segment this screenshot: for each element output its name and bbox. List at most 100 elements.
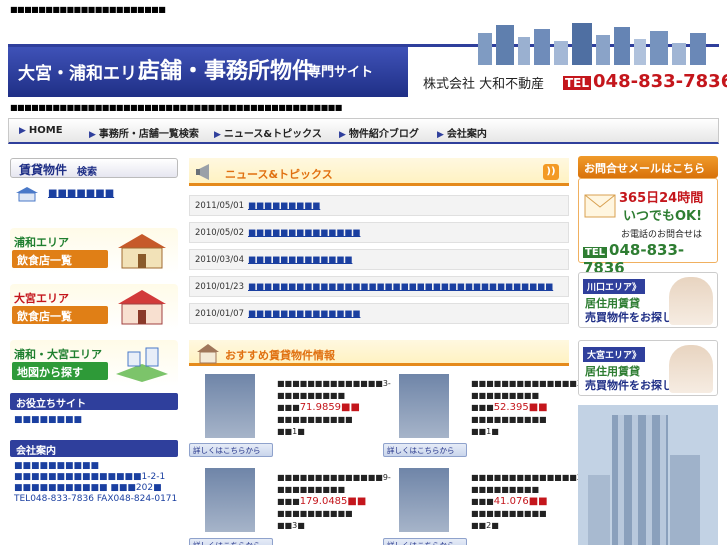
card-line1: 浦和・大宮エリア [14, 348, 102, 361]
nav-label: 事務所・店舗一覧検索 [98, 129, 199, 140]
property-address: ■■■■■■■■■■■■■■3- [277, 379, 391, 388]
news-date: 2010/01/23 [195, 282, 244, 292]
property-info: ■■■■■■■■■■■■■■9- ■■■■■■■■■ ■■■179.0485■■… [277, 472, 391, 532]
news-date: 2010/03/04 [195, 255, 244, 265]
property-price: 52.395 [493, 402, 529, 413]
news-title: ニュース&トピックス [225, 168, 333, 181]
omiya-area-card[interactable]: 大宮エリア》 居住用賃貸 売買物件をお探しの方 [578, 340, 718, 396]
news-item: 2010/03/04 ■■■■■■■■■■■■■ [189, 249, 569, 270]
urawa-restaurant-card[interactable]: 浦和エリア 飲食店一覧 [10, 228, 178, 274]
property-line: ■■■■■■■■■ [471, 391, 540, 400]
card-line2: 飲食店一覧 [12, 306, 108, 324]
site-banner[interactable]: 大宮・浦和エリア 店舗・事務所物件 専門サイト 株式会社 大和不動産 TEL 04… [8, 23, 727, 98]
nav-home[interactable]: ▶ HOME [19, 125, 63, 136]
contact-mail-button[interactable]: お問合せメールはこちら [578, 156, 718, 178]
recommend-heading: おすすめ賃貸物件情報 [189, 340, 569, 366]
rss-icon[interactable]: )) [543, 164, 559, 180]
property-address: ■■■■■■■■■■■■■■9- [277, 473, 391, 482]
card-line1: 浦和エリア [14, 236, 69, 249]
property-price: 71.9859 [299, 402, 342, 413]
property-photo[interactable] [399, 468, 449, 532]
news-item: 2010/01/07 ■■■■■■■■■■■■■■ [189, 303, 569, 324]
detail-button[interactable]: 詳しくはこちらから [189, 443, 273, 457]
area-tag: 川口エリア》 [583, 279, 646, 294]
nav-label: HOME [28, 125, 63, 136]
house-icon [118, 290, 166, 325]
house-icon [16, 187, 38, 202]
property-info: ■■■■■■■■■■■■■■3- ■■■■■■■■■ ■■■71.9859■■ … [277, 378, 391, 438]
recommend-title: おすすめ賃貸物件情報 [225, 349, 335, 362]
property-floor: ■■1■ [471, 427, 499, 436]
contact-box[interactable]: 365日24時間 いつでもOK! お電話のお問合せは TEL 048-833-78… [578, 178, 718, 277]
useful-sites-title: お役立ちサイト [10, 393, 178, 410]
nav-news[interactable]: ▶ ニュース&トピックス [214, 125, 322, 140]
property-info: ■■■■■■■■■■■■■■3- ■■■■■■■■■ ■■■52.395■■ ■… [471, 378, 585, 438]
property-info: ■■■■■■■■■■■■■■25- ■■■■■■■■■ ■■■41.076■■ … [471, 472, 590, 532]
company-line: TEL048-833-7836 FAX048-824-0171 [14, 494, 178, 504]
property-price: 179.0485 [299, 496, 348, 507]
property-line: ■■■■■■■■■■ [471, 415, 547, 424]
useful-site-link[interactable]: ■■■■■■■■ [14, 415, 82, 425]
company-line: ■■■■■■■■■■ [14, 461, 100, 471]
news-item: 2011/05/01 ■■■■■■■■■ [189, 195, 569, 216]
property-price-row: ■■■41.076■■ [471, 496, 548, 507]
news-link[interactable]: ■■■■■■■■■■■■■■■■■■■■■■■■■■■■■■■■■■■■■■ [248, 282, 553, 292]
phone-note: お電話のお問合せは [621, 230, 703, 240]
staff-photo [669, 345, 713, 393]
news-link[interactable]: ■■■■■■■■■ [248, 201, 320, 211]
news-heading: ニュース&トピックス )) [189, 158, 569, 186]
staff-photo [669, 277, 713, 325]
arrow-icon: ▶ [89, 130, 96, 140]
house-icon [197, 344, 219, 364]
property-search-link[interactable]: ■■■■■■■ [48, 188, 114, 199]
banner-phone[interactable]: TEL 048-833-7836 [563, 71, 727, 92]
property-photo[interactable] [399, 374, 449, 438]
news-link[interactable]: ■■■■■■■■■■■■■■ [248, 309, 360, 319]
arrow-icon: ▶ [339, 130, 346, 140]
company-title: 会社案内 [10, 440, 178, 457]
tel-number: 048-833-7836 [593, 71, 727, 92]
top-note: ■■■■■■■■■■■■■■■■■■■■■■ [10, 5, 166, 14]
property-line: ■■■■■■■■■ [471, 485, 540, 494]
kawaguchi-area-card[interactable]: 川口エリア》 居住用賃貸 売買物件をお探しの方 [578, 272, 718, 328]
news-date: 2010/05/02 [195, 228, 244, 238]
omiya-restaurant-card[interactable]: 大宮エリア 飲食店一覧 [10, 284, 178, 330]
search-heading: 賃貸物件 検索 [10, 158, 178, 178]
nav-company[interactable]: ▶ 会社案内 [437, 125, 487, 140]
sub-note: ■■■■■■■■■■■■■■■■■■■■■■■■■■■■■■■■■■■■■■■■… [10, 103, 342, 112]
company-line: ■■■■■■■■■■■■■■■1-2-1 [14, 472, 166, 482]
nav-label: 物件紹介ブログ [348, 129, 419, 140]
property-line: ■■■■■■■■■ [277, 391, 346, 400]
property-card[interactable]: ■■■■■■■■■■■■■■9- ■■■■■■■■■ ■■■179.0485■■… [189, 466, 391, 545]
house-icon [118, 234, 166, 269]
nav-label: ニュース&トピックス [223, 129, 322, 140]
nav-search[interactable]: ▶ 事務所・店舗一覧検索 [89, 125, 199, 140]
property-card[interactable]: ■■■■■■■■■■■■■■25- ■■■■■■■■■ ■■■41.076■■ … [383, 466, 590, 545]
property-photo[interactable] [205, 468, 255, 532]
news-date: 2010/01/07 [195, 309, 244, 319]
property-photo[interactable] [205, 374, 255, 438]
map-search-card[interactable]: 浦和・大宮エリア 地図から探す [10, 340, 178, 386]
megaphone-icon [196, 164, 209, 180]
news-item: 2010/05/02 ■■■■■■■■■■■■■■ [189, 222, 569, 243]
nav-blog[interactable]: ▶ 物件紹介ブログ [339, 125, 419, 140]
arrow-icon: ▶ [214, 130, 221, 140]
tel-label: TEL [563, 76, 592, 90]
news-link[interactable]: ■■■■■■■■■■■■■ [248, 255, 352, 265]
detail-button[interactable]: 詳しくはこちらから [189, 538, 273, 545]
property-price: 41.076 [493, 496, 529, 507]
card-line1: 大宮エリア [14, 292, 69, 305]
detail-button[interactable]: 詳しくはこちらから [383, 538, 467, 545]
property-line: ■■■■■■■■■■ [277, 415, 353, 424]
property-floor: ■■1■ [277, 427, 305, 436]
property-address: ■■■■■■■■■■■■■■3- [471, 379, 585, 388]
ok-text: いつでもOK! [623, 209, 703, 224]
area-tag: 大宮エリア》 [583, 347, 646, 362]
company-name: 株式会社 大和不動産 [423, 77, 545, 92]
detail-button[interactable]: 詳しくはこちらから [383, 443, 467, 457]
property-floor: ■■3■ [277, 521, 305, 530]
global-nav: ▶ HOME ▶ 事務所・店舗一覧検索 ▶ ニュース&トピックス ▶ 物件紹介ブログ ▶… [8, 118, 719, 144]
news-link[interactable]: ■■■■■■■■■■■■■■ [248, 228, 360, 238]
property-line: ■■■■■■■■■ [277, 485, 346, 494]
nav-label: 会社案内 [446, 129, 487, 140]
